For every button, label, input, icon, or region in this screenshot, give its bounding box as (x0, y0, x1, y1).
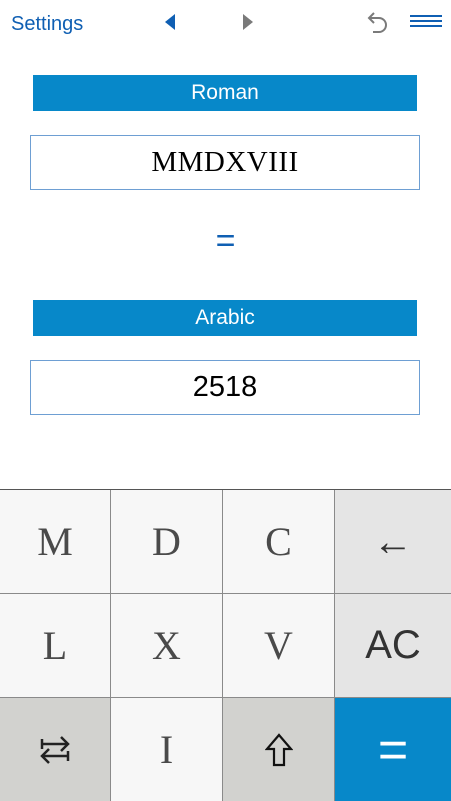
roman-value-field[interactable]: MMDXVIII (30, 135, 420, 190)
arabic-value: 2518 (192, 371, 258, 403)
prev-arrow-icon[interactable] (163, 13, 177, 31)
key-l[interactable]: L (0, 594, 111, 698)
swap-icon (40, 735, 70, 764)
top-bar: Settings (0, 0, 451, 50)
equals-sign: = (215, 222, 236, 260)
swap-key[interactable] (0, 698, 111, 801)
shift-key[interactable] (223, 698, 335, 801)
key-x[interactable]: X (111, 594, 223, 698)
roman-header: Roman (33, 75, 417, 111)
keypad: M D C ← L X V AC I = (0, 489, 451, 801)
menu-icon[interactable] (410, 14, 442, 28)
roman-value: MMDXVIII (151, 146, 299, 178)
next-arrow-icon[interactable] (241, 13, 255, 31)
arabic-header: Arabic (33, 300, 417, 336)
shift-icon (264, 732, 293, 766)
backspace-key[interactable]: ← (335, 490, 451, 594)
undo-icon[interactable] (364, 10, 390, 34)
key-c[interactable]: C (223, 490, 335, 594)
arabic-value-field[interactable]: 2518 (30, 360, 420, 415)
key-i[interactable]: I (111, 698, 223, 801)
key-v[interactable]: V (223, 594, 335, 698)
clear-all-key[interactable]: AC (335, 594, 451, 698)
key-m[interactable]: M (0, 490, 111, 594)
settings-link[interactable]: Settings (11, 13, 83, 36)
key-d[interactable]: D (111, 490, 223, 594)
equals-key[interactable]: = (335, 698, 451, 801)
